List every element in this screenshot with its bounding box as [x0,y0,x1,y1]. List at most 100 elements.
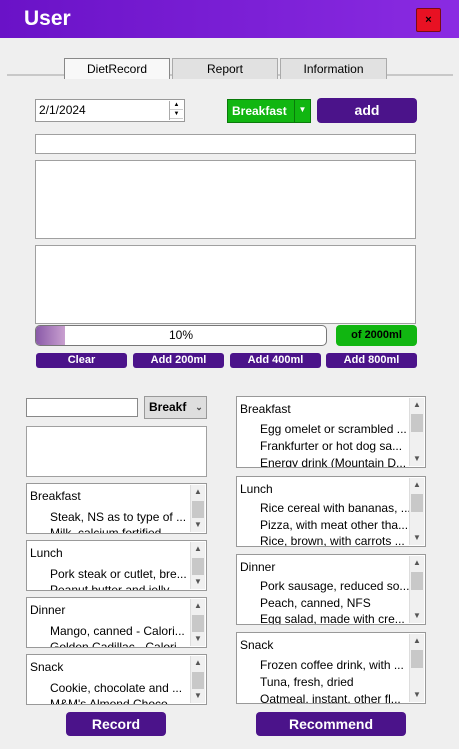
recommend-list-snack[interactable]: Snack Frozen coffee drink, with ... Tuna… [236,632,426,704]
scroll-thumb[interactable] [192,501,204,518]
scrollbar[interactable]: ▲ ▼ [409,398,424,466]
tab-dietrecord[interactable]: DietRecord [64,58,170,79]
scroll-up-icon[interactable]: ▲ [410,478,424,492]
list-header: Dinner [30,603,66,617]
scrollbar[interactable]: ▲ ▼ [190,485,205,532]
food-input[interactable] [35,134,416,154]
list-item[interactable]: Egg omelet or scrambled ... [260,422,407,436]
food-details-area[interactable] [35,160,416,239]
scroll-up-icon[interactable]: ▲ [410,398,424,412]
record-list-breakfast[interactable]: Breakfast Steak, NS as to type of ... Mi… [26,483,207,534]
list-item[interactable]: Steak, NS as to type of ... [50,510,186,524]
list-item[interactable]: Energy drink (Mountain D... [260,456,406,467]
chevron-down-icon: ⌄ [192,397,206,418]
list-item[interactable]: Mango, canned - Calori... [50,624,185,638]
chevron-down-icon: ▼ [294,100,310,122]
tab-report[interactable]: Report [172,58,278,79]
scrollbar[interactable]: ▲ ▼ [409,478,424,545]
scroll-down-icon[interactable]: ▼ [410,452,424,466]
search-results-box[interactable] [26,426,207,477]
list-header: Lunch [30,546,63,560]
list-header: Snack [240,638,274,652]
list-item[interactable]: Peanut butter and jelly [50,583,169,590]
date-picker[interactable]: 2/1/2024 ▲ ▼ [35,99,185,122]
scroll-down-icon[interactable]: ▼ [191,689,205,703]
list-item[interactable]: Egg salad, made with cre... [260,612,405,624]
record-list-dinner[interactable]: Dinner Mango, canned - Calori... Golden … [26,597,207,648]
scroll-down-icon[interactable]: ▼ [410,688,424,702]
scroll-thumb[interactable] [192,672,204,689]
scroll-down-icon[interactable]: ▼ [191,518,205,532]
scrollbar[interactable]: ▲ ▼ [409,634,424,702]
list-item[interactable]: Tuna, fresh, dried [260,675,354,689]
record-list-snack[interactable]: Snack Cookie, chocolate and ... M&M's Al… [26,654,207,705]
scroll-down-icon[interactable]: ▼ [191,632,205,646]
scroll-thumb[interactable] [411,572,423,590]
recommend-button[interactable]: Recommend [256,712,406,736]
list-item[interactable]: Frankfurter or hot dog sa... [260,439,402,453]
water-goal-badge: of 2000ml [336,325,417,346]
spin-up-icon[interactable]: ▲ [170,101,183,110]
scrollbar[interactable]: ▲ ▼ [190,599,205,646]
food-search-input[interactable] [26,398,138,417]
list-header: Dinner [240,560,276,574]
search-meal-select[interactable]: Breakf ⌄ [144,396,207,419]
add-400ml-button[interactable]: Add 400ml [230,353,321,368]
scroll-down-icon[interactable]: ▼ [410,609,424,623]
meal-select[interactable]: Breakfast ▼ [227,99,311,123]
list-item[interactable]: Cookie, chocolate and ... [50,681,182,695]
spin-down-icon[interactable]: ▼ [170,110,183,119]
water-progress-label: 10% [168,328,194,342]
close-button[interactable]: × [416,8,441,32]
scroll-thumb[interactable] [411,494,423,512]
scroll-up-icon[interactable]: ▲ [410,556,424,570]
scroll-up-icon[interactable]: ▲ [191,485,205,499]
record-list-lunch[interactable]: Lunch Pork steak or cutlet, bre... Peanu… [26,540,207,591]
clear-water-button[interactable]: Clear [36,353,127,368]
list-item[interactable]: Golden Cadillac - Calori... [50,640,187,647]
scroll-down-icon[interactable]: ▼ [410,531,424,545]
window-title: User [24,7,71,30]
scroll-thumb[interactable] [411,650,423,668]
scroll-up-icon[interactable]: ▲ [191,599,205,613]
list-item[interactable]: M&M's Almond Choco... [50,697,178,704]
meal-select-value: Breakfast [232,104,287,118]
scroll-up-icon[interactable]: ▲ [191,656,205,670]
list-item[interactable]: Milk, calcium fortified [50,526,161,533]
list-item[interactable]: Oatmeal, instant, other fl... [260,692,401,703]
title-bar: User × [0,0,459,38]
scroll-thumb[interactable] [192,558,204,575]
list-item[interactable]: Pork steak or cutlet, bre... [50,567,187,581]
list-item[interactable]: Pork sausage, reduced so... [260,579,409,593]
add-200ml-button[interactable]: Add 200ml [133,353,224,368]
list-header: Breakfast [240,402,291,416]
scroll-thumb[interactable] [192,615,204,632]
add-800ml-button[interactable]: Add 800ml [326,353,417,368]
list-item[interactable]: Pizza, with meat other tha... [260,518,408,532]
scrollbar[interactable]: ▲ ▼ [190,656,205,703]
recommend-list-breakfast[interactable]: Breakfast Egg omelet or scrambled ... Fr… [236,396,426,468]
list-item[interactable]: Rice cereal with bananas, ... [260,501,411,515]
close-icon: × [425,14,432,26]
list-item[interactable]: Rice, brown, with carrots ... [260,534,405,546]
search-meal-value: Breakf [149,400,187,414]
scroll-down-icon[interactable]: ▼ [191,575,205,589]
recommend-list-lunch[interactable]: Lunch Rice cereal with bananas, ... Pizz… [236,476,426,547]
scroll-up-icon[interactable]: ▲ [191,542,205,556]
recommend-list-dinner[interactable]: Dinner Pork sausage, reduced so... Peach… [236,554,426,625]
date-spinner[interactable]: ▲ ▼ [169,101,183,120]
list-item[interactable]: Frozen coffee drink, with ... [260,658,404,672]
scroll-up-icon[interactable]: ▲ [410,634,424,648]
list-header: Lunch [240,482,273,496]
water-progress-bar: 10% [35,325,327,346]
list-item[interactable]: Peach, canned, NFS [260,596,371,610]
scrollbar[interactable]: ▲ ▼ [190,542,205,589]
nutrition-details-area[interactable] [35,245,416,324]
list-header: Breakfast [30,489,81,503]
tab-information[interactable]: Information [280,58,387,79]
record-button[interactable]: Record [66,712,166,736]
scroll-thumb[interactable] [411,414,423,432]
date-value: 2/1/2024 [39,103,86,117]
add-button[interactable]: add [317,98,417,123]
scrollbar[interactable]: ▲ ▼ [409,556,424,623]
